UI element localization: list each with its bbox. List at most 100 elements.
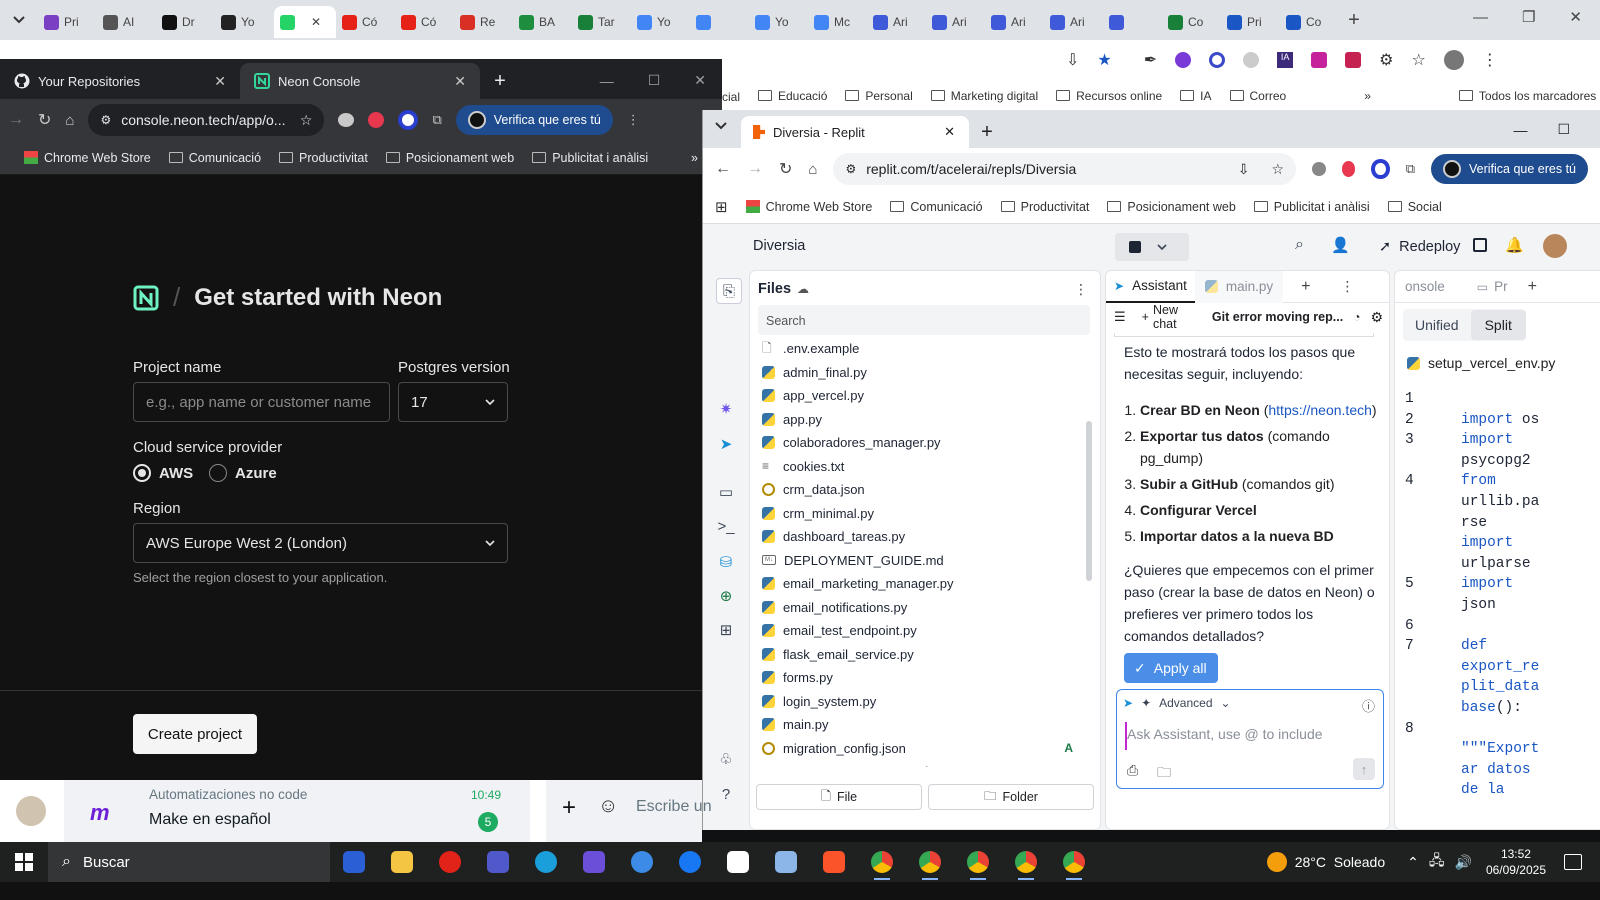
file-list-item[interactable]: email_notifications.py — [756, 596, 1081, 620]
extension-icon[interactable] — [398, 110, 419, 130]
reload-icon[interactable]: ↻ — [779, 159, 792, 179]
file-list-item[interactable]: M↓ DEPLOYMENT_GUIDE.md — [756, 549, 1081, 573]
browser-tab[interactable]: Có — [336, 6, 395, 38]
bookmark-folder[interactable]: Educació — [758, 89, 827, 103]
webview-tool-icon[interactable]: ▭ — [716, 482, 736, 502]
browser-tab[interactable]: Co — [1280, 6, 1339, 38]
bookmark-chrome-web-store[interactable]: Chrome Web Store — [24, 150, 151, 165]
chrome-button[interactable] — [954, 842, 1002, 882]
file-list-item[interactable]: dashboard_tareas.py — [756, 525, 1081, 549]
bookmark-folder[interactable]: Marketing digital — [930, 89, 1038, 103]
add-tab-icon[interactable]: + — [1528, 278, 1537, 296]
bookmark-folder[interactable]: Posicionament web — [1107, 200, 1236, 214]
chat-list-item[interactable]: m Automatizaciones no code 10:49 Make en… — [64, 780, 530, 842]
forward-arrow-icon[interactable]: → — [747, 160, 763, 178]
maximize-icon[interactable]: ☐ — [648, 72, 661, 89]
file-search-input[interactable]: Search — [758, 305, 1090, 335]
browser-tab[interactable]: Pri — [1221, 6, 1280, 38]
file-list-item[interactable]: forms.py — [756, 666, 1081, 690]
info-icon[interactable]: ⓘ — [1362, 696, 1375, 715]
browser-tab[interactable]: Co — [1162, 6, 1221, 38]
extension-icon[interactable] — [1371, 159, 1390, 179]
bookmark-folder[interactable]: Comunicació — [168, 151, 261, 165]
add-tab-icon[interactable]: + — [1301, 278, 1310, 296]
bookmark-item[interactable]: cial — [722, 90, 740, 104]
stop-button[interactable] — [1115, 233, 1189, 261]
file-list-item[interactable]: app.py — [756, 408, 1081, 432]
browser-tab[interactable]: BA — [513, 6, 572, 38]
tab-diversia-replit[interactable]: Diversia - Replit ✕ — [741, 116, 969, 148]
install-icon[interactable]: ⇩ — [1066, 50, 1079, 70]
chevron-up-icon[interactable]: ⌃ — [1407, 854, 1419, 871]
split-button[interactable]: Split — [1470, 310, 1526, 340]
region-select[interactable]: AWS Europe West 2 (London) — [133, 523, 508, 563]
favorites-icon[interactable]: ☆ — [1412, 50, 1426, 70]
taskbar-app[interactable] — [618, 842, 666, 882]
browser-tab[interactable]: AI — [97, 6, 156, 38]
close-tab-icon[interactable]: ✕ — [944, 124, 955, 140]
bookmark-folder[interactable]: IA — [1180, 89, 1212, 103]
chrome-button[interactable] — [1002, 842, 1050, 882]
file-list-item[interactable]: flask_email_service.py — [756, 643, 1081, 667]
restore-icon[interactable]: ❐ — [1522, 8, 1535, 26]
neon-link[interactable]: https://neon.tech — [1268, 402, 1372, 418]
tab-search-button[interactable] — [715, 122, 727, 130]
file-list-item[interactable]: crm_minimal.py — [756, 502, 1081, 526]
bookmark-star-icon[interactable]: ☆ — [1271, 161, 1284, 178]
settings-gear-icon[interactable]: ⚙ — [1370, 309, 1383, 326]
apps-grid-icon[interactable]: ⊞ — [715, 198, 728, 216]
file-list-item[interactable]: email_test_endpoint.py — [756, 619, 1081, 643]
extension-icon[interactable] — [1341, 161, 1356, 177]
maximize-icon[interactable]: ☐ — [1557, 121, 1570, 138]
browser-tab[interactable]: Yo — [749, 6, 808, 38]
file-list-item[interactable]: migration_config.json A — [756, 737, 1081, 761]
back-arrow-icon[interactable]: ← — [715, 160, 731, 178]
extension-icon[interactable] — [338, 113, 355, 127]
browser-tab[interactable]: ✕ — [274, 6, 336, 38]
browser-tab[interactable]: Pri — [38, 6, 97, 38]
chrome-button[interactable] — [1050, 842, 1098, 882]
extension-icon[interactable] — [1312, 162, 1326, 176]
pen-extension-icon[interactable]: ✒ — [1144, 50, 1157, 70]
install-icon[interactable]: ⇩ — [1238, 161, 1250, 178]
verify-button[interactable]: Verifica que eres tú — [1430, 154, 1588, 184]
new-folder-button[interactable]: 🗀 Folder — [928, 784, 1094, 810]
bookmark-star-icon[interactable]: ☆ — [300, 112, 313, 129]
bookmark-folder[interactable]: Correo — [1229, 89, 1286, 103]
all-tools-icon[interactable]: ⊞ — [716, 620, 736, 640]
more-options-icon[interactable]: ⋮ — [1074, 281, 1088, 298]
network-icon[interactable]: 🖧 — [1429, 850, 1445, 874]
file-list-item[interactable]: M↓MIGRATION_STEPS.mdA — [756, 760, 1081, 767]
reload-icon[interactable]: ↻ — [38, 110, 51, 130]
file-list-item[interactable]: email_marketing_manager.py — [756, 572, 1081, 596]
file-list-item[interactable]: app_vercel.py — [756, 384, 1081, 408]
file-list-item[interactable]: 🗋 .env.example — [756, 337, 1081, 361]
menu-icon[interactable]: ⋮ — [627, 112, 640, 128]
volume-icon[interactable]: 🔊 — [1455, 854, 1472, 871]
chat-title[interactable]: Git error moving rep... — [1212, 310, 1343, 324]
bookmark-folder[interactable]: Posicionament web — [385, 151, 514, 165]
bookmark-folder[interactable]: Publicitat i anàlisi — [1253, 200, 1370, 214]
profile-avatar[interactable] — [1443, 50, 1464, 70]
plus-icon[interactable]: + — [562, 794, 576, 822]
new-tab-button[interactable]: + — [1339, 9, 1369, 32]
close-tab-icon[interactable]: ✕ — [311, 15, 321, 29]
close-icon[interactable]: ✕ — [694, 72, 706, 89]
menu-icon[interactable]: ⋮ — [1482, 50, 1498, 70]
home-icon[interactable]: ⌂ — [65, 112, 74, 129]
opera-button[interactable] — [426, 842, 474, 882]
file-explorer-button[interactable] — [378, 842, 426, 882]
puzzle-icon[interactable]: ⧉ — [1406, 161, 1415, 177]
browser-tab[interactable]: Ari — [985, 6, 1044, 38]
clock[interactable]: 13:52 06/09/2025 — [1486, 846, 1546, 878]
close-tab-icon[interactable]: ✕ — [454, 73, 466, 90]
chrome-button[interactable] — [906, 842, 954, 882]
file-list-item[interactable]: admin_final.py — [756, 361, 1081, 385]
send-button[interactable]: ↑ — [1353, 758, 1375, 780]
minimize-icon[interactable]: — — [600, 73, 614, 89]
invite-icon[interactable]: 👤 — [1331, 236, 1350, 254]
radio-azure[interactable]: Azure — [209, 464, 277, 482]
bookmark-folder[interactable]: Todos los marcadores — [1458, 89, 1596, 103]
weather-widget[interactable]: 28°C Soleado — [1266, 852, 1385, 872]
puzzle-icon[interactable]: ⧉ — [432, 112, 441, 128]
